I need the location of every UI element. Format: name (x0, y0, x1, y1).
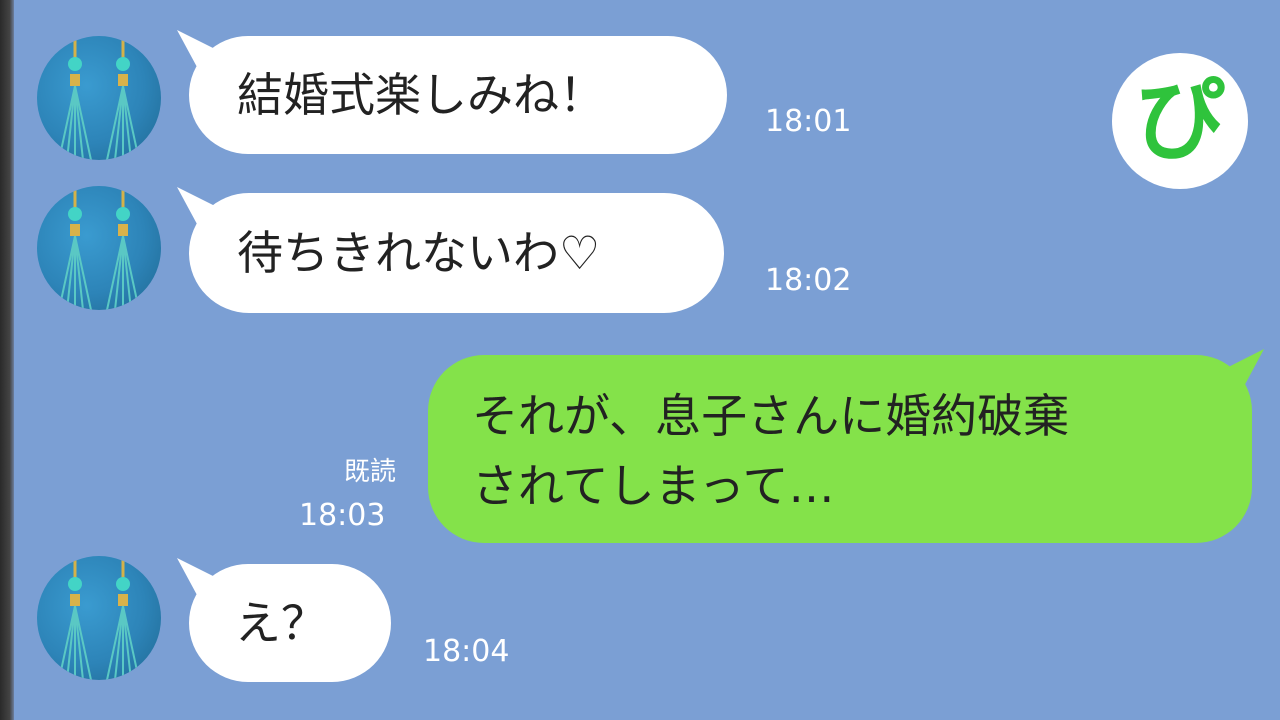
contact-avatar[interactable] (37, 556, 161, 680)
device-edge (0, 0, 14, 720)
app-logo-glyph: ぴ (1135, 68, 1225, 173)
contact-avatar[interactable] (37, 36, 161, 160)
message-bubble-incoming[interactable]: 結婚式楽しみね！ (189, 36, 727, 154)
message-timestamp: 18:04 (423, 634, 510, 669)
earring-photo-icon (58, 556, 140, 680)
earring-photo-icon (58, 36, 140, 160)
message-text: 結婚式楽しみね！ (237, 68, 605, 122)
app-logo: ぴ (1112, 53, 1248, 189)
message-bubble-incoming[interactable]: 待ちきれないわ♡ (189, 193, 724, 313)
read-receipt: 既読 (343, 457, 396, 487)
message-text: 待ちきれないわ♡ (237, 226, 601, 280)
message-text-line: それが、息子さんに婚約破棄 (472, 389, 1070, 443)
message-bubble-incoming[interactable]: え？ (189, 564, 391, 682)
message-text: え？ (235, 596, 327, 650)
contact-avatar[interactable] (37, 186, 161, 310)
message-timestamp: 18:03 (299, 498, 386, 533)
message-bubble-outgoing[interactable]: それが、息子さんに婚約破棄 されてしまって… (428, 355, 1252, 543)
message-timestamp: 18:02 (765, 263, 852, 298)
message-timestamp: 18:01 (765, 104, 852, 139)
earring-photo-icon (58, 186, 140, 310)
message-text-line: されてしまって… (472, 459, 835, 513)
